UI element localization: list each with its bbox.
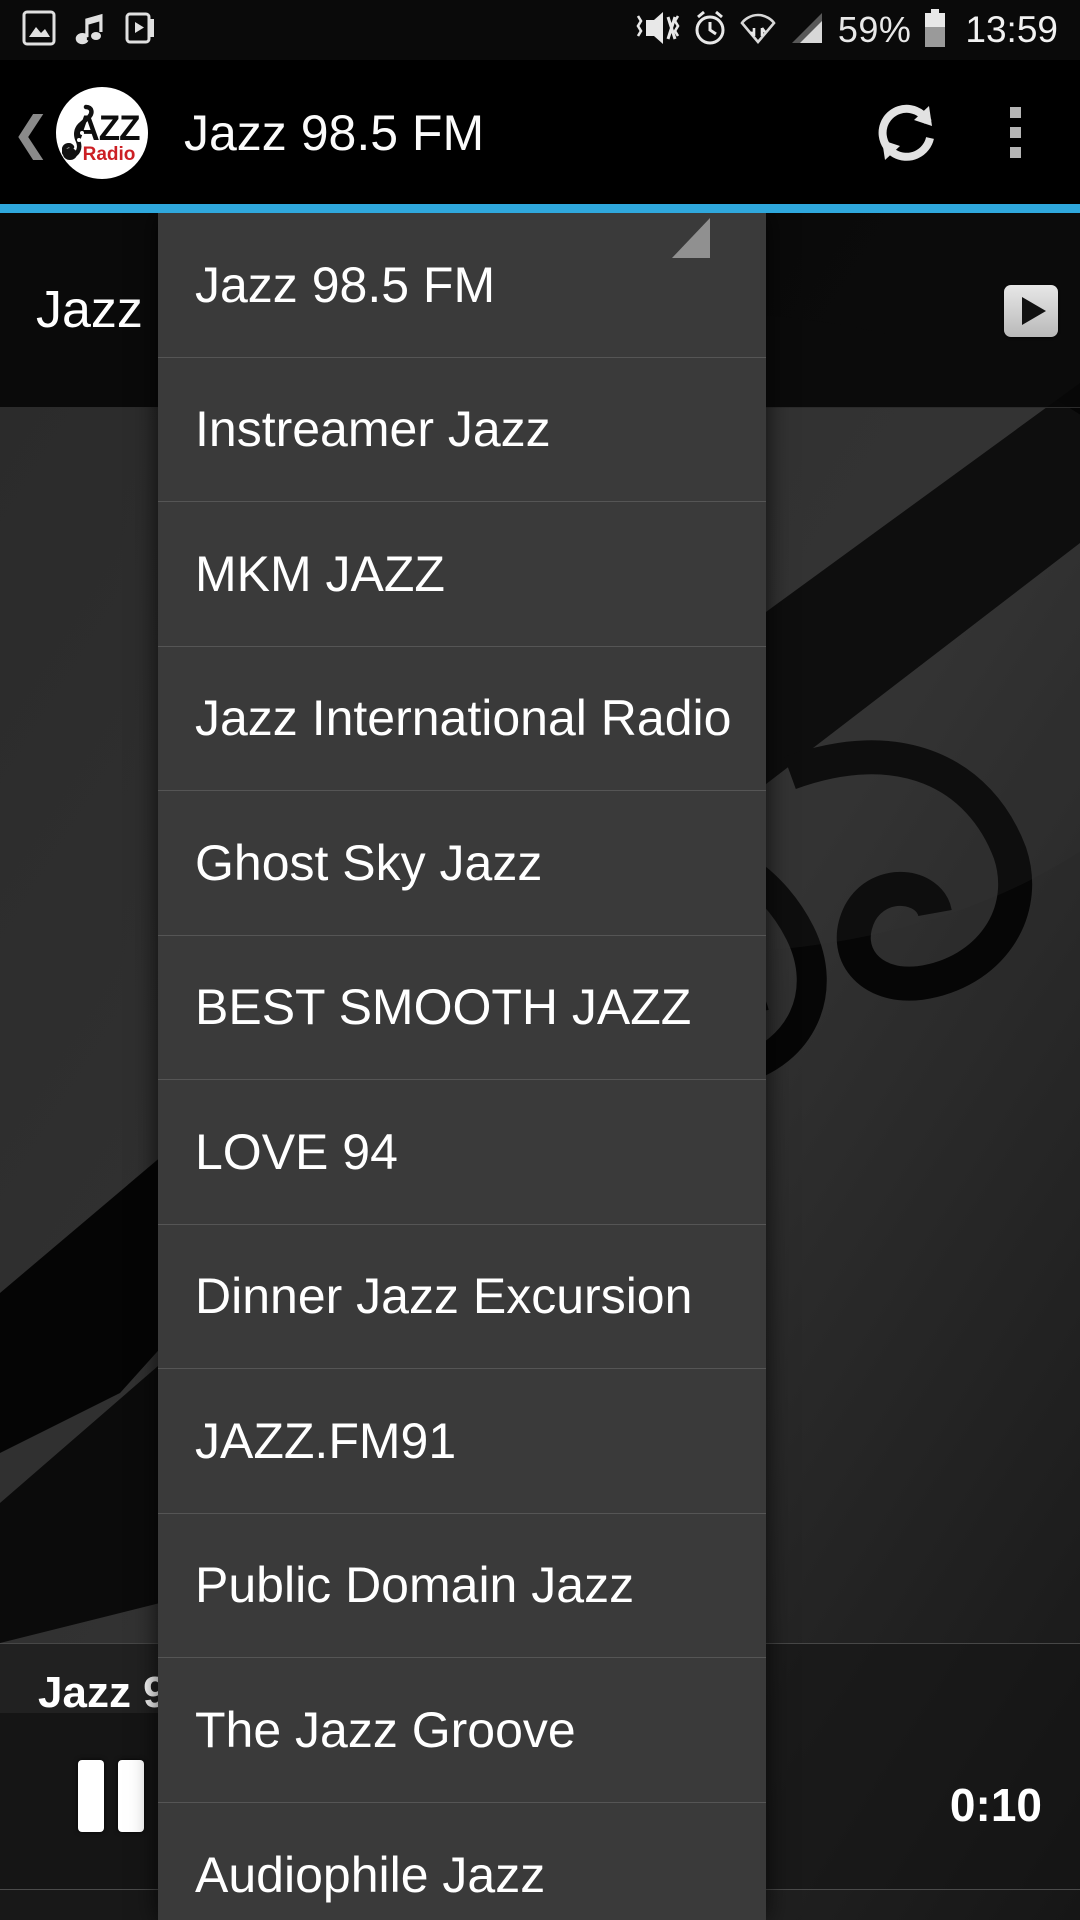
image-icon: [22, 10, 56, 51]
screen-root: 59% 13:59 ❮ AZZ Radio Jazz 98.5 FM Jazz …: [0, 0, 1080, 1920]
saxophone-icon: [61, 101, 98, 172]
app-clipboard-icon: [124, 10, 156, 51]
dropdown-item[interactable]: Public Domain Jazz: [158, 1514, 766, 1658]
dropdown-item[interactable]: MKM JAZZ: [158, 502, 766, 647]
music-note-icon: [74, 10, 106, 51]
accent-divider: [0, 204, 1080, 213]
status-bar-left-icons: [22, 10, 156, 51]
jazz-radio-logo: AZZ Radio: [56, 86, 148, 179]
play-icon[interactable]: [1004, 285, 1058, 337]
app-bar-actions: [852, 78, 1080, 188]
alarm-icon: [692, 9, 728, 52]
battery-icon: [923, 8, 947, 53]
play-triangle: [1021, 297, 1046, 325]
dropdown-item[interactable]: Instreamer Jazz: [158, 358, 766, 502]
pause-bar: [78, 1760, 104, 1832]
dropdown-item[interactable]: Jazz International Radio: [158, 647, 766, 791]
signal-icon: [788, 9, 826, 52]
battery-percent: 59%: [837, 9, 912, 50]
elapsed-time: 0:10: [949, 1779, 1042, 1831]
dropdown-item[interactable]: Audiophile Jazz: [158, 1803, 766, 1920]
dropdown-triangle-icon[interactable]: [672, 218, 710, 258]
status-bar: 59% 13:59: [0, 0, 1080, 60]
dropdown-item[interactable]: JAZZ.FM91: [158, 1369, 766, 1514]
overflow-menu-icon[interactable]: [972, 78, 1058, 188]
dropdown-item[interactable]: The Jazz Groove: [158, 1658, 766, 1803]
overflow-dot: [1009, 127, 1021, 138]
station-dropdown-list[interactable]: Jazz 98.5 FM Instreamer Jazz MKM JAZZ Ja…: [158, 213, 766, 1920]
clock-time: 13:59: [965, 9, 1058, 50]
back-chevron-icon[interactable]: ❮: [8, 110, 54, 156]
overflow-dot: [1009, 107, 1021, 118]
status-bar-right-icons: 59% 13:59: [634, 8, 1058, 53]
dropdown-item[interactable]: BEST SMOOTH JAZZ: [158, 936, 766, 1080]
overflow-dot: [1009, 147, 1021, 158]
app-bar-title[interactable]: Jazz 98.5 FM: [184, 104, 484, 162]
refresh-icon[interactable]: [852, 78, 962, 188]
pause-icon[interactable]: [78, 1760, 144, 1832]
app-bar: ❮ AZZ Radio Jazz 98.5 FM: [0, 60, 1080, 258]
vibrate-mute-icon: [634, 9, 680, 52]
pause-bar: [118, 1760, 144, 1832]
dropdown-item[interactable]: Dinner Jazz Excursion: [158, 1225, 766, 1369]
dropdown-item[interactable]: LOVE 94: [158, 1080, 766, 1225]
dropdown-item[interactable]: Ghost Sky Jazz: [158, 791, 766, 936]
wifi-icon: [740, 9, 776, 52]
